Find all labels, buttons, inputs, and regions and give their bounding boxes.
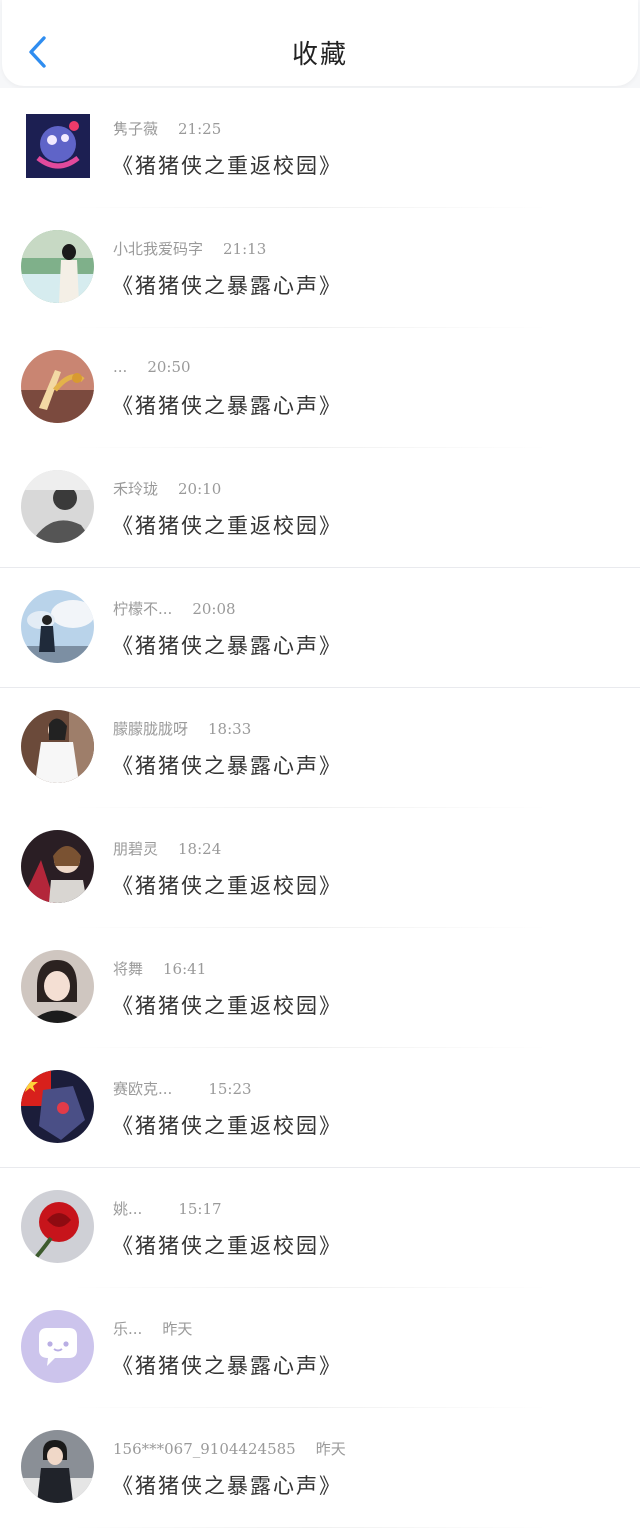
list-item[interactable]: 禾玲珑 20:10 《猪猪侠之重返校园》	[0, 448, 640, 568]
timestamp: 20:08	[192, 600, 236, 618]
book-title: 《猪猪侠之暴露心声》	[112, 274, 342, 298]
top-bar: 收藏	[2, 0, 638, 86]
list-item[interactable]: 朋碧灵 18:24 《猪猪侠之重返校园》	[0, 808, 640, 928]
user-name: ...	[113, 358, 128, 376]
book-title: 《猪猪侠之暴露心声》	[112, 634, 342, 658]
timestamp: 21:13	[223, 240, 267, 258]
list-item[interactable]: ... 20:50 《猪猪侠之暴露心声》	[0, 328, 640, 448]
user-name: 朦朦胧胧呀	[113, 720, 189, 738]
list-item[interactable]: 姚... 15:17 《猪猪侠之重返校园》	[0, 1168, 640, 1288]
list-item[interactable]: 将舞 16:41 《猪猪侠之重返校园》	[0, 928, 640, 1048]
avatar	[21, 230, 94, 303]
list-item[interactable]: 朦朦胧胧呀 18:33 《猪猪侠之暴露心声》	[0, 688, 640, 808]
avatar	[21, 1070, 94, 1143]
timestamp: 16:41	[163, 960, 207, 978]
user-name: 156***067_9104424585	[113, 1440, 296, 1458]
avatar	[21, 590, 94, 663]
avatar	[21, 1190, 94, 1263]
book-title: 《猪猪侠之暴露心声》	[112, 1474, 342, 1498]
user-name: 乐...	[113, 1320, 143, 1338]
user-name: 姚...	[113, 1200, 143, 1218]
avatar	[21, 470, 94, 543]
book-title: 《猪猪侠之暴露心声》	[112, 1354, 342, 1378]
user-name: 柠檬不...	[113, 600, 173, 618]
user-name: 禾玲珑	[113, 480, 159, 498]
avatar	[21, 1310, 94, 1383]
page-title: 收藏	[291, 40, 348, 70]
user-name: 赛欧克...	[113, 1080, 173, 1098]
list-item[interactable]: 156***067_9104424585 昨天 《猪猪侠之暴露心声》	[0, 1408, 640, 1528]
list-item[interactable]: 小北我爱码字 21:13 《猪猪侠之暴露心声》	[0, 208, 640, 328]
timestamp: 15:23	[208, 1080, 252, 1098]
list-item[interactable]: 赛欧克... 15:23 《猪猪侠之重返校园》	[0, 1048, 640, 1168]
timestamp: 18:33	[208, 720, 252, 738]
user-name: 朋碧灵	[113, 840, 159, 858]
avatar	[21, 830, 94, 903]
book-title: 《猪猪侠之重返校园》	[112, 1114, 342, 1138]
avatar	[21, 350, 94, 423]
book-title: 《猪猪侠之重返校园》	[112, 514, 342, 538]
book-title: 《猪猪侠之重返校园》	[112, 874, 342, 898]
favorites-list: 隽子薇 21:25 《猪猪侠之重返校园》 小北我爱码字 21:13 《猪猪侠之暴露心…	[0, 88, 640, 1528]
book-title: 《猪猪侠之重返校园》	[112, 154, 342, 178]
timestamp: 20:50	[147, 358, 191, 376]
timestamp: 18:24	[178, 840, 222, 858]
list-item[interactable]: 隽子薇 21:25 《猪猪侠之重返校园》	[0, 88, 640, 208]
user-name: 小北我爱码字	[113, 240, 204, 258]
user-name: 隽子薇	[113, 120, 159, 138]
avatar	[21, 1430, 94, 1503]
avatar	[21, 950, 94, 1023]
timestamp: 昨天	[315, 1440, 346, 1458]
book-title: 《猪猪侠之暴露心声》	[112, 754, 342, 778]
list-item[interactable]: 乐... 昨天 《猪猪侠之暴露心声》	[0, 1288, 640, 1408]
list-item[interactable]: 柠檬不... 20:08 《猪猪侠之暴露心声》	[0, 568, 640, 688]
avatar	[21, 710, 94, 783]
book-title: 《猪猪侠之暴露心声》	[112, 394, 342, 418]
timestamp: 15:17	[178, 1200, 222, 1218]
timestamp: 昨天	[162, 1320, 193, 1338]
avatar	[26, 114, 90, 178]
timestamp: 20:10	[178, 480, 222, 498]
book-title: 《猪猪侠之重返校园》	[112, 1234, 342, 1258]
user-name: 将舞	[113, 960, 144, 978]
book-title: 《猪猪侠之重返校园》	[112, 994, 342, 1018]
timestamp: 21:25	[178, 120, 222, 138]
